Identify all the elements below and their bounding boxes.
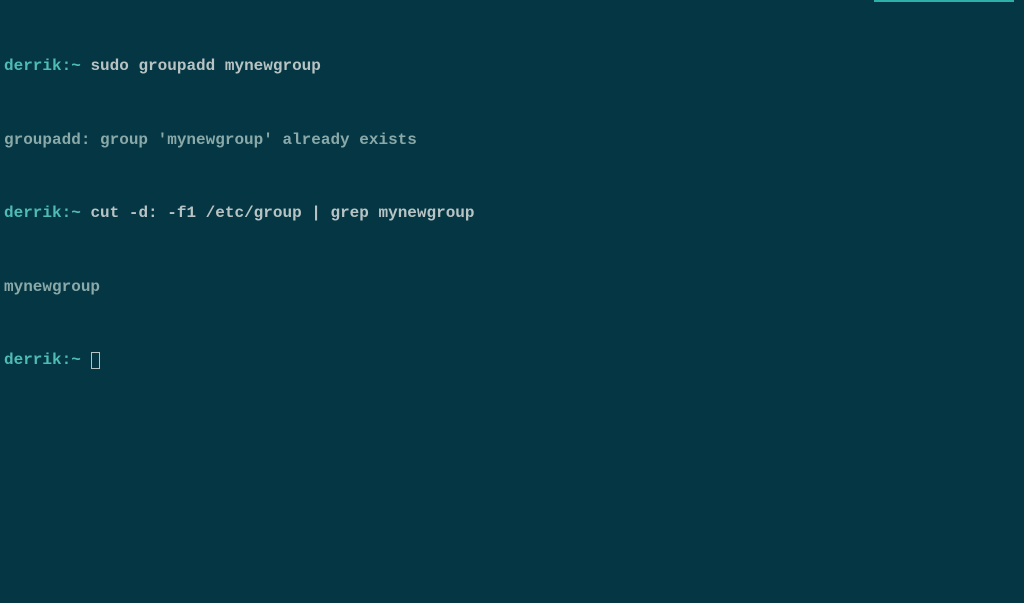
terminal-line-1: groupadd: group 'mynewgroup' already exi… [4, 131, 1020, 149]
prompt-suffix [81, 351, 91, 369]
command-text: sudo groupadd mynewgroup [90, 57, 320, 75]
prompt-path: ~ [71, 57, 81, 75]
terminal-line-2: derrik:~ cut -d: -f1 /etc/group | grep m… [4, 204, 1020, 222]
prompt-sep: : [62, 204, 72, 222]
prompt-user: derrik [4, 204, 62, 222]
prompt-user: derrik [4, 351, 62, 369]
prompt-user: derrik [4, 57, 62, 75]
prompt-sep: : [62, 351, 72, 369]
terminal-area[interactable]: derrik:~ sudo groupadd mynewgroup groupa… [0, 0, 1024, 409]
prompt-path: ~ [71, 204, 81, 222]
command-text: cut -d: -f1 /etc/group | grep mynewgroup [90, 204, 474, 222]
prompt-suffix [81, 204, 91, 222]
terminal-line-0: derrik:~ sudo groupadd mynewgroup [4, 57, 1020, 75]
top-right-accent [874, 0, 1014, 2]
terminal-line-4: derrik:~ [4, 351, 1020, 369]
prompt-sep: : [62, 57, 72, 75]
output-text: mynewgroup [4, 278, 100, 296]
prompt-path: ~ [71, 351, 81, 369]
output-text: groupadd: group 'mynewgroup' already exi… [4, 131, 417, 149]
terminal-line-3: mynewgroup [4, 278, 1020, 296]
cursor[interactable] [91, 352, 100, 369]
prompt-suffix [81, 57, 91, 75]
